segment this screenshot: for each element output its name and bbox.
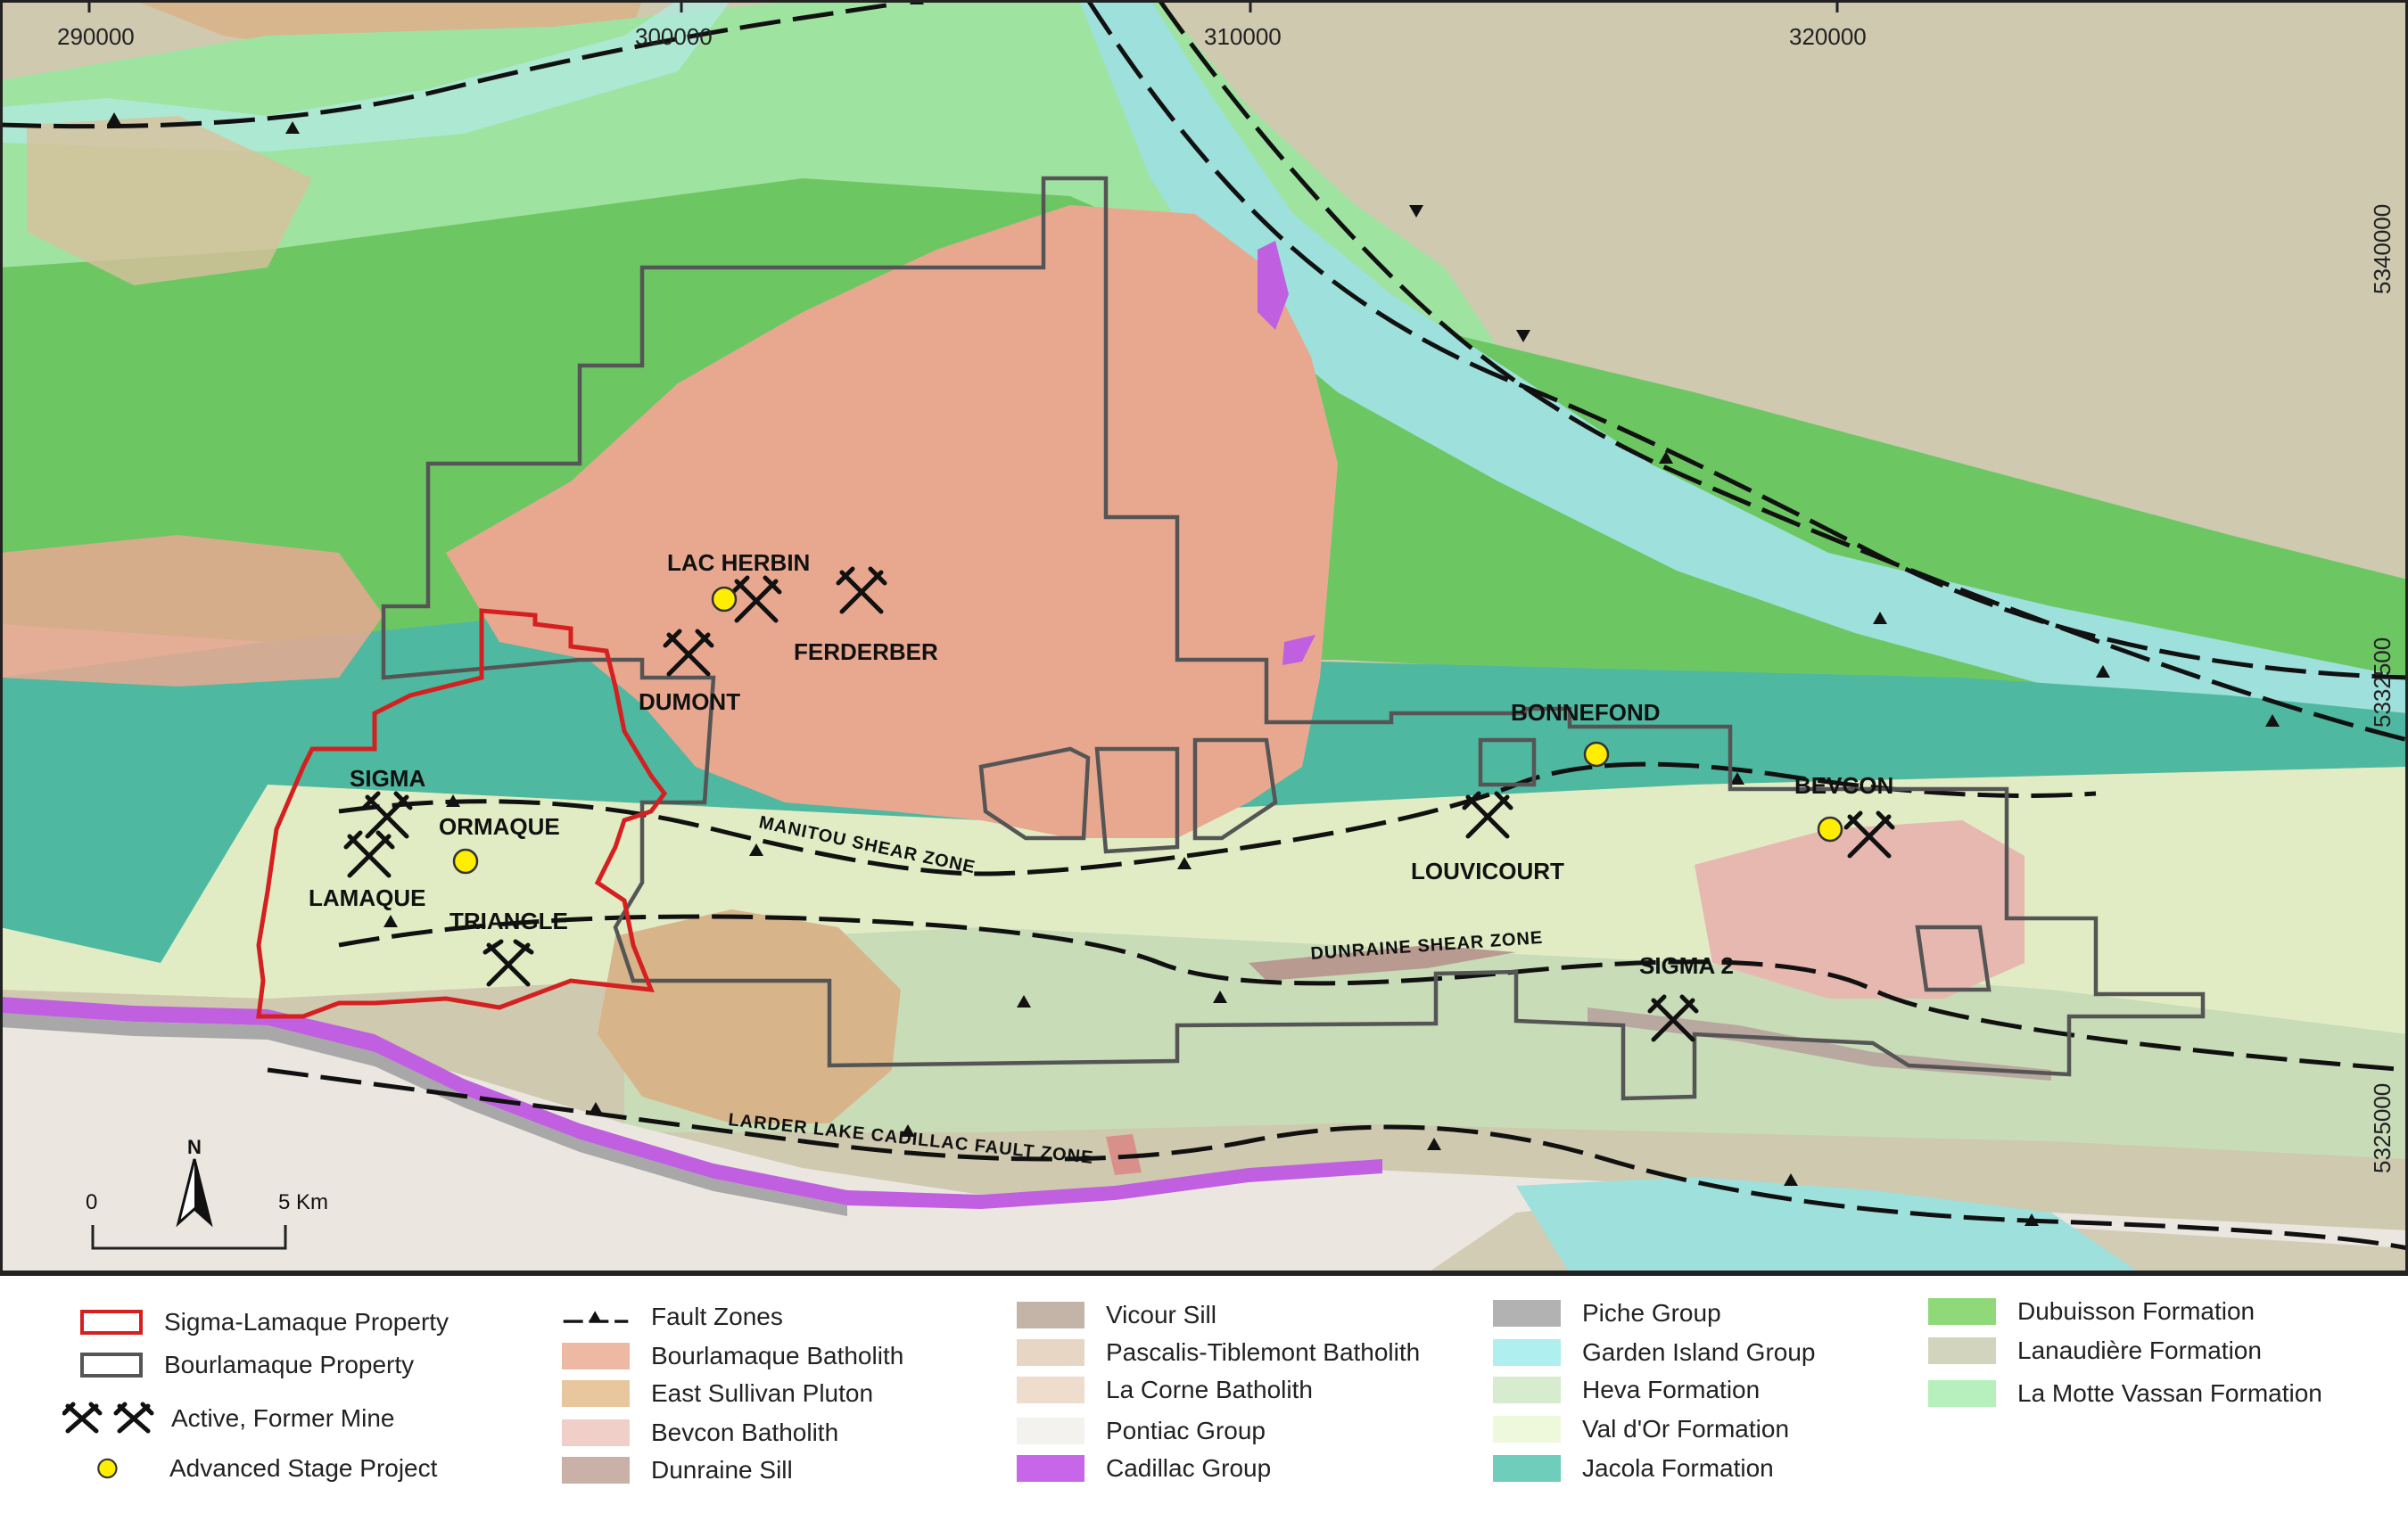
bevcon-project-dot [1817,816,1843,843]
legend-label: Heva Formation [1582,1376,1761,1403]
legend-la-motte-vassan: La Motte Vassan Formation [1928,1376,2322,1411]
x-tick-label: 300000 [635,23,713,50]
legend-label: Pontiac Group [1106,1417,1266,1444]
legend-heva: Heva Formation [1493,1372,1760,1408]
ormaque-project-dot [452,848,479,875]
y-tick-label: 5340000 [2369,204,2396,294]
legend-swatch [562,1343,630,1369]
label-lamaque: LAMAQUE [309,884,425,911]
label-lac-herbin: LAC HERBIN [667,549,810,576]
legend-swatch [1493,1339,1561,1366]
grey-outline-box-icon [80,1353,143,1378]
legend-label: Sigma-Lamaque Property [164,1308,449,1336]
bonnefond-project-dot [1583,741,1610,768]
legend-sigma-lamaque: Sigma-Lamaque Property [80,1304,449,1340]
legend-swatch [1493,1455,1561,1482]
label-sigma: SIGMA [350,765,425,792]
legend-swatch [1493,1300,1561,1327]
yellow-dot-icon [97,1458,118,1479]
red-outline-box-icon [80,1310,143,1335]
legend-label: La Motte Vassan Formation [2017,1379,2322,1407]
legend-label: Val d'Or Formation [1582,1415,1790,1443]
legend-label: Bevcon Batholith [651,1419,839,1446]
legend-label: Jacola Formation [1582,1454,1774,1482]
fault-line-icon [563,1311,629,1323]
scale-start-label: 0 [86,1190,97,1214]
legend-label: Dunraine Sill [651,1456,793,1484]
label-ferderber: FERDERBER [794,638,938,665]
y-tick-label: 5325000 [2369,1083,2396,1173]
legend-swatch [1493,1377,1561,1403]
legend-swatch [562,1457,630,1484]
legend-swatch [1493,1416,1561,1443]
label-bonnefond: BONNEFOND [1511,699,1661,726]
geology-map: LAC HERBIN FERDERBER DUMONT SIGMA ORMAQU… [0,0,2408,1273]
legend-swatch [1017,1339,1084,1366]
legend-swatch [1928,1298,1996,1325]
legend-label: Bourlamaque Property [164,1351,415,1378]
x-tick-label: 290000 [57,23,135,50]
legend-label: Pascalis-Tiblemont Batholith [1106,1338,1421,1366]
legend-dubuisson: Dubuisson Formation [1928,1294,2255,1329]
legend-swatch [1017,1377,1084,1403]
legend-swatch [562,1380,630,1407]
legend-label: Advanced Stage Project [169,1454,438,1482]
x-tick-label: 320000 [1789,23,1867,50]
legend-la-corne: La Corne Batholith [1017,1372,1313,1408]
x-tick-label: 310000 [1204,23,1282,50]
legend-advanced-project: Advanced Stage Project [80,1451,437,1486]
legend-east-sullivan: East Sullivan Pluton [562,1376,873,1411]
label-ormaque: ORMAQUE [439,813,560,840]
legend-swatch [1017,1418,1084,1444]
legend-swatch [1928,1380,1996,1407]
legend-mine: Active, Former Mine [62,1401,395,1436]
legend-label: Fault Zones [651,1303,783,1330]
legend-label: Active, Former Mine [171,1404,395,1432]
label-triangle: TRIANGLE [449,908,568,934]
legend-bourlamaque-batholith: Bourlamaque Batholith [562,1338,903,1374]
legend-bourlamaque-property: Bourlamaque Property [80,1347,414,1383]
legend-label: East Sullivan Pluton [651,1379,874,1407]
legend-fault-zones: Fault Zones [562,1299,783,1335]
label-dumont: DUMONT [639,688,740,715]
label-louvicourt: LOUVICOURT [1411,858,1564,884]
label-bevcon: BEVCON [1794,772,1893,799]
north-label: N [187,1136,202,1158]
legend: Sigma-Lamaque Property Bourlamaque Prope… [0,1273,2408,1538]
legend-label: Cadillac Group [1106,1454,1272,1482]
legend-jacola: Jacola Formation [1493,1451,1774,1486]
scale-end-label: 5 Km [278,1190,328,1214]
legend-label: Bourlamaque Batholith [651,1342,904,1369]
legend-label: Dubuisson Formation [2017,1297,2255,1325]
legend-dunraine-sill: Dunraine Sill [562,1452,793,1488]
legend-cadillac: Cadillac Group [1017,1451,1271,1486]
y-tick-label: 5332500 [2369,637,2396,728]
lac-herbin-project-dot [711,586,738,613]
bourlamaque-west-lens [0,535,383,687]
legend-label: Garden Island Group [1582,1338,1816,1366]
legend-swatch [1928,1337,1996,1364]
legend-pontiac: Pontiac Group [1017,1413,1266,1449]
legend-label: Vicour Sill [1106,1301,1216,1328]
label-sigma2: SIGMA 2 [1639,952,1734,979]
legend-label: Piche Group [1582,1299,1721,1327]
legend-label: La Corne Batholith [1106,1376,1313,1403]
legend-val-dor: Val d'Or Formation [1493,1411,1789,1447]
legend-garden-island: Garden Island Group [1493,1335,1816,1370]
legend-pascalis: Pascalis-Tiblemont Batholith [1017,1335,1420,1370]
legend-piche: Piche Group [1493,1295,1721,1331]
legend-swatch [1017,1302,1084,1328]
legend-lanaudiere: Lanaudière Formation [1928,1333,2262,1369]
legend-label: Lanaudière Formation [2017,1336,2262,1364]
legend-swatch [1017,1455,1084,1482]
legend-swatch [562,1419,630,1446]
mine-icon [62,1402,154,1434]
legend-bevcon: Bevcon Batholith [562,1415,838,1451]
legend-vicour-sill: Vicour Sill [1017,1297,1216,1333]
